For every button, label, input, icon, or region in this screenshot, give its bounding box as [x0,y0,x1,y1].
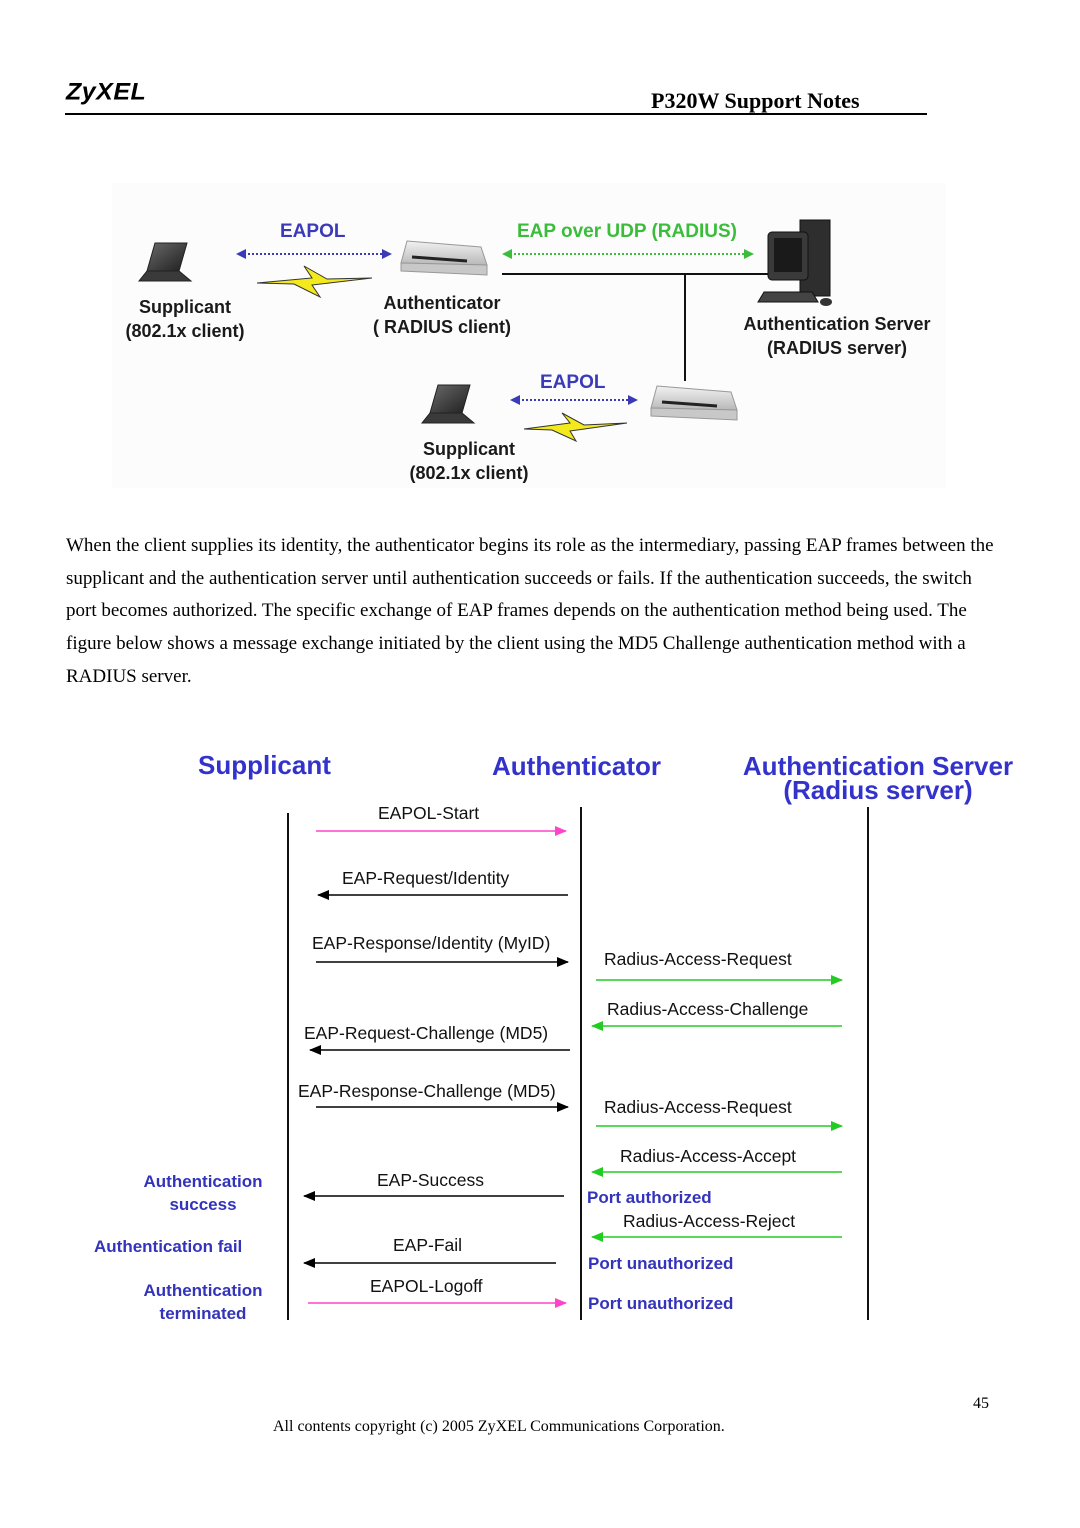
wireless-bolt-icon [523,412,628,443]
state-port-unauthorized: Port unauthorized [588,1294,734,1313]
laptop-icon [137,242,193,282]
laptop-icon [420,384,476,424]
state-line: Authentication [143,1281,263,1300]
arrowhead-icon [303,1191,315,1201]
message-label: EAP-Request/Identity [342,868,510,888]
state-authentication-fail: Authentication fail [94,1237,243,1256]
eap-md5-sequence-diagram: Supplicant Authenticator Authentication … [90,745,1030,1335]
copyright-notice: All contents copyright (c) 2005 ZyXEL Co… [273,1418,725,1435]
access-point-icon [400,240,488,276]
message-label: EAPOL-Logoff [370,1276,483,1296]
document-title: P320W Support Notes [651,88,860,113]
authentication-server-label: Authentication Server (RADIUS server) [732,312,942,360]
message-label: EAP-Response/Identity (MyID) [312,933,551,953]
eapol-label-bottom: EAPOL [540,372,606,393]
network-topology-figure: EAPOL EAP over UDP (RADIUS) EAPOL Suppli… [112,183,946,488]
arrowhead-icon [555,826,567,836]
message-label: EAP-Fail [393,1235,463,1255]
node-subtitle: (802.1x client) [125,321,245,341]
message-label: EAP-Response-Challenge (MD5) [298,1081,556,1101]
message-label: Radius-Access-Request [604,949,792,969]
node-name: Authentication Server [743,314,931,334]
node-name: Supplicant [422,439,515,459]
message-label: Radius-Access-Request [604,1097,792,1117]
eapol-link-bottom [510,395,638,405]
message-label: EAPOL-Start [378,803,480,823]
supplicant-bottom-label: Supplicant (802.1x client) [402,437,536,485]
node-subtitle: (RADIUS server) [766,338,908,358]
arrowhead-icon [831,975,843,985]
message-label: Radius-Access-Accept [620,1146,797,1166]
arrowhead-icon [557,1102,569,1112]
node-name: Authenticator [383,293,501,313]
node-name: Supplicant [138,297,231,317]
state-authentication-success: Authentication success [128,1170,278,1216]
node-subtitle: ( RADIUS client) [372,317,511,337]
state-authentication-terminated: Authentication terminated [128,1279,278,1325]
eapol-link-top [236,249,392,259]
arrowhead-icon [555,1298,567,1308]
arrowhead-icon [591,1167,603,1177]
eap-over-udp-label: EAP over UDP (RADIUS) [517,221,737,242]
state-line: Authentication [143,1172,263,1191]
arrowhead-icon [557,957,569,967]
arrowhead-icon [317,890,329,900]
eapol-label-top: EAPOL [280,221,346,242]
message-label: Radius-Access-Reject [623,1211,796,1231]
wireless-bolt-icon [256,265,373,299]
body-paragraph: When the client supplies its identity, t… [66,535,994,687]
zyxel-logo: ZyXEL [66,78,147,106]
message-label: Radius-Access-Challenge [607,999,809,1019]
header-divider [65,113,927,115]
desktop-computer-icon [757,219,832,306]
arrowhead-icon [309,1045,321,1055]
message-label: EAP-Request-Challenge (MD5) [304,1023,549,1043]
arrowhead-icon [591,1232,603,1242]
node-subtitle: (802.1x client) [409,463,529,483]
arrowhead-icon [831,1121,843,1131]
arrowhead-icon [303,1258,315,1268]
state-port-unauthorized: Port unauthorized [588,1254,734,1273]
state-line: success [169,1195,237,1214]
page-number: 45 [973,1395,989,1412]
access-point-icon [650,385,738,421]
state-line: terminated [159,1304,247,1323]
radius-link [502,249,754,259]
state-port-authorized: Port authorized [587,1188,712,1207]
supplicant-top-label: Supplicant (802.1x client) [120,295,250,343]
arrowhead-icon [591,1021,603,1031]
message-label: EAP-Success [377,1170,484,1190]
authenticator-label: Authenticator ( RADIUS client) [362,291,522,339]
